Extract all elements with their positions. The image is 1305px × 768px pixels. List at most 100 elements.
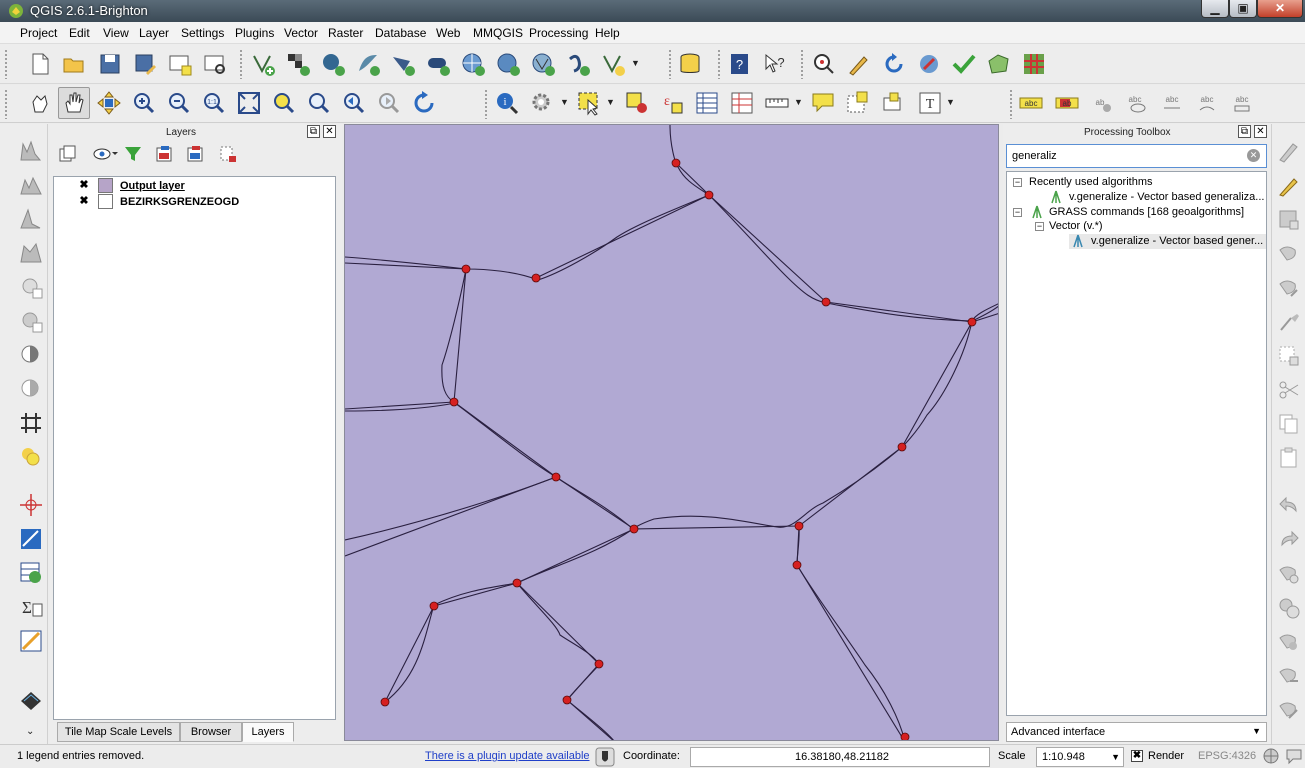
open-project-icon[interactable] <box>61 51 87 77</box>
float-panel-button[interactable]: ⧉ <box>1238 125 1251 138</box>
collapse-icon[interactable]: − <box>1013 208 1022 217</box>
vertex-marker[interactable] <box>380 697 390 707</box>
rotate-label-icon[interactable]: abc <box>1194 90 1220 116</box>
zoom-to-selection-icon[interactable] <box>271 90 297 116</box>
field-calculator-icon[interactable] <box>729 90 755 116</box>
refresh-map-icon[interactable] <box>411 90 437 116</box>
increase-brightness-icon[interactable] <box>18 274 44 300</box>
vertex-marker[interactable] <box>671 158 681 168</box>
float-panel-button[interactable]: ⧉ <box>307 125 320 138</box>
raster-cumulative-cut-icon[interactable] <box>18 240 44 266</box>
table-sync-icon[interactable] <box>18 560 44 586</box>
add-wcs-layer-icon[interactable] <box>495 51 521 77</box>
vertex-marker[interactable] <box>897 442 907 452</box>
add-wfs-layer-icon[interactable] <box>530 51 556 77</box>
close-window-button[interactable]: ✕ <box>1257 0 1303 18</box>
annotation-dropdown-icon[interactable]: ▼ <box>946 97 955 107</box>
crs-globe-icon[interactable] <box>1262 747 1280 765</box>
menu-plugins[interactable]: Plugins <box>235 26 274 40</box>
new-project-icon[interactable] <box>27 51 53 77</box>
vertex-marker[interactable] <box>594 659 604 669</box>
add-wms-layer-icon[interactable] <box>460 51 486 77</box>
expand-all-icon[interactable] <box>155 144 175 164</box>
add-vector-layer-icon[interactable] <box>250 51 276 77</box>
measure-dropdown-icon[interactable]: ▼ <box>794 97 803 107</box>
map-tips-icon[interactable] <box>810 90 836 116</box>
touch-pan-icon[interactable] <box>27 90 53 116</box>
digitize-pen-icon[interactable] <box>846 51 872 77</box>
delete-selected-icon[interactable] <box>1277 344 1301 368</box>
filter-legend-icon[interactable] <box>123 144 143 164</box>
composer-manager-icon[interactable] <box>202 51 228 77</box>
scale-combobox[interactable]: 1:10.948 ▼ <box>1036 747 1124 767</box>
save-as-icon[interactable] <box>132 51 158 77</box>
algorithm-search-input[interactable]: generaliz ✕ <box>1006 144 1267 168</box>
interface-mode-select[interactable]: Advanced interface ▼ <box>1006 722 1267 742</box>
toolbar-grip[interactable] <box>484 89 488 119</box>
reshape-features-icon[interactable] <box>1277 698 1301 722</box>
vertex-marker[interactable] <box>900 732 910 741</box>
menu-settings[interactable]: Settings <box>181 26 224 40</box>
tab-layers[interactable]: Layers <box>242 722 294 742</box>
undo-icon[interactable] <box>1277 494 1301 518</box>
clear-search-icon[interactable]: ✕ <box>1247 149 1260 162</box>
action-gear-icon[interactable] <box>529 90 555 116</box>
render-checkbox[interactable]: ✖ <box>1131 750 1143 762</box>
close-panel-button[interactable]: ✕ <box>323 125 336 138</box>
plugin-update-link[interactable]: There is a plugin update available <box>425 750 590 762</box>
georeferencer-icon[interactable] <box>18 526 44 552</box>
centroid-icon[interactable] <box>18 444 44 470</box>
toolbar-grip[interactable] <box>717 49 721 79</box>
topology-checker-icon[interactable] <box>986 51 1012 77</box>
redo-icon[interactable] <box>1277 528 1301 552</box>
vector-grid-icon[interactable] <box>18 410 44 436</box>
minimize-button[interactable]: ▁ <box>1201 0 1229 18</box>
pin-label-icon[interactable]: ab <box>1089 90 1115 116</box>
refresh-plugin-icon[interactable] <box>881 51 907 77</box>
zoom-in-icon[interactable] <box>131 90 157 116</box>
zoom-native-resolution-icon[interactable]: 1:1 <box>201 90 227 116</box>
statistics-sum-icon[interactable]: Σ <box>18 594 44 620</box>
geocoding-icon[interactable] <box>916 51 942 77</box>
menu-database[interactable]: Database <box>375 26 426 40</box>
change-label-icon[interactable]: abc <box>1229 90 1255 116</box>
select-dropdown-icon[interactable]: ▼ <box>606 97 615 107</box>
current-edits-icon[interactable] <box>1277 140 1301 164</box>
raster-local-stretch-icon[interactable] <box>18 206 44 232</box>
generalized-vertices[interactable] <box>380 158 977 741</box>
help-contents-icon[interactable]: ? <box>727 51 753 77</box>
add-raster-layer-icon[interactable] <box>285 51 311 77</box>
action-dropdown-icon[interactable]: ▼ <box>560 97 569 107</box>
crosshair-coordinate-icon[interactable] <box>18 492 44 518</box>
edit-attributes-icon[interactable] <box>18 628 44 654</box>
remove-layer-icon[interactable] <box>218 144 238 164</box>
layer-row-bezirksgrenze[interactable]: ✖ BEZIRKSGRENZEOGD <box>64 194 324 210</box>
show-bookmarks-icon[interactable] <box>880 90 906 116</box>
new-print-composer-icon[interactable] <box>167 51 193 77</box>
tree-item-vgeneralize[interactable]: v.generalize - Vector based gener... <box>1069 234 1266 249</box>
select-by-expression-icon[interactable]: ε <box>659 90 685 116</box>
vertex-marker[interactable] <box>531 273 541 283</box>
add-group-icon[interactable] <box>58 144 78 164</box>
attribute-table-icon[interactable] <box>694 90 720 116</box>
new-bookmark-icon[interactable] <box>845 90 871 116</box>
vertex-marker[interactable] <box>512 578 522 588</box>
save-edits-icon[interactable] <box>1277 208 1301 232</box>
vertex-marker[interactable] <box>792 560 802 570</box>
plugin-analysis-icon[interactable] <box>811 51 837 77</box>
fill-ring-icon[interactable] <box>1277 630 1301 654</box>
tab-tile-map-scale-levels[interactable]: Tile Map Scale Levels <box>57 722 180 742</box>
zoom-last-icon[interactable] <box>341 90 367 116</box>
vertex-marker[interactable] <box>461 264 471 274</box>
crs-status[interactable]: EPSG:4326 <box>1198 750 1256 762</box>
check-geometry-icon[interactable] <box>951 51 977 77</box>
decrease-contrast-icon[interactable] <box>18 376 44 402</box>
label-highlight-pinned-icon[interactable]: ab <box>1054 90 1080 116</box>
save-project-icon[interactable] <box>97 51 123 77</box>
messages-icon[interactable] <box>1285 747 1303 765</box>
increase-contrast-icon[interactable] <box>18 342 44 368</box>
manage-visibility-icon[interactable] <box>92 144 118 164</box>
select-features-icon[interactable] <box>576 90 602 116</box>
new-shapefile-layer-icon[interactable] <box>600 51 626 77</box>
mouse-coordinate-icon[interactable] <box>595 747 615 767</box>
